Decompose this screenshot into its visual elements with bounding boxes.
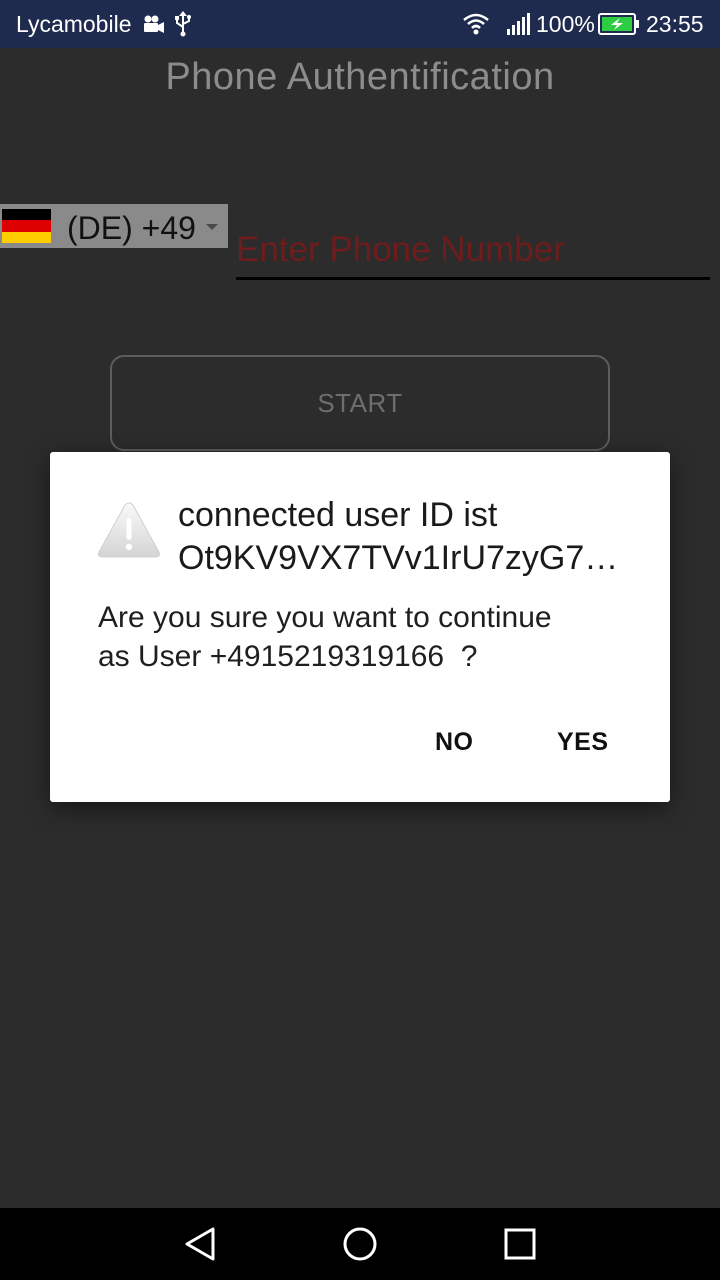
navigation-bar xyxy=(0,1208,720,1280)
battery-charging-icon xyxy=(598,13,640,41)
home-icon[interactable] xyxy=(342,1226,378,1267)
battery-percentage: 100% xyxy=(536,11,595,37)
dialog-title: connected user ID ist Ot9KV9VX7TVv1IrU7z… xyxy=(178,494,638,580)
country-code-picker[interactable]: (DE) +49 xyxy=(0,204,228,248)
page-title: Phone Authentification xyxy=(165,56,555,98)
recents-icon[interactable] xyxy=(504,1228,536,1265)
phone-number-input[interactable] xyxy=(236,222,710,278)
signal-icon xyxy=(506,12,532,42)
dropdown-arrow-icon xyxy=(206,224,218,230)
dialog-title-line: connected user ID ist xyxy=(178,496,498,534)
dialog-message-line: as User +4915219319166 ? xyxy=(98,640,478,673)
start-button[interactable]: START xyxy=(110,355,610,451)
connected-user-id: Ot9KV9VX7TVv1IrU7zyG7… xyxy=(178,539,619,577)
confirm-dialog: connected user ID ist Ot9KV9VX7TVv1IrU7z… xyxy=(50,452,670,802)
warning-icon xyxy=(96,500,162,560)
dialog-message: Are you sure you want to continue as Use… xyxy=(98,598,638,676)
usb-icon xyxy=(174,11,192,43)
no-button[interactable]: NO xyxy=(435,728,474,757)
wifi-icon xyxy=(462,12,490,42)
status-bar: Lycamobile 100% 23:55 xyxy=(0,0,720,48)
video-camera-icon xyxy=(142,13,166,40)
yes-button[interactable]: YES xyxy=(557,728,609,757)
screen: Lycamobile 100% 23:55 Phone Authentifica… xyxy=(0,0,720,1280)
phone-number-field[interactable] xyxy=(236,222,710,280)
back-icon[interactable] xyxy=(183,1226,217,1267)
clock: 23:55 xyxy=(646,11,704,37)
germany-flag-icon xyxy=(2,209,51,243)
carrier-name: Lycamobile xyxy=(16,11,132,37)
dialog-message-line: Are you sure you want to continue xyxy=(98,601,552,634)
country-code-label: (DE) +49 xyxy=(67,210,196,246)
